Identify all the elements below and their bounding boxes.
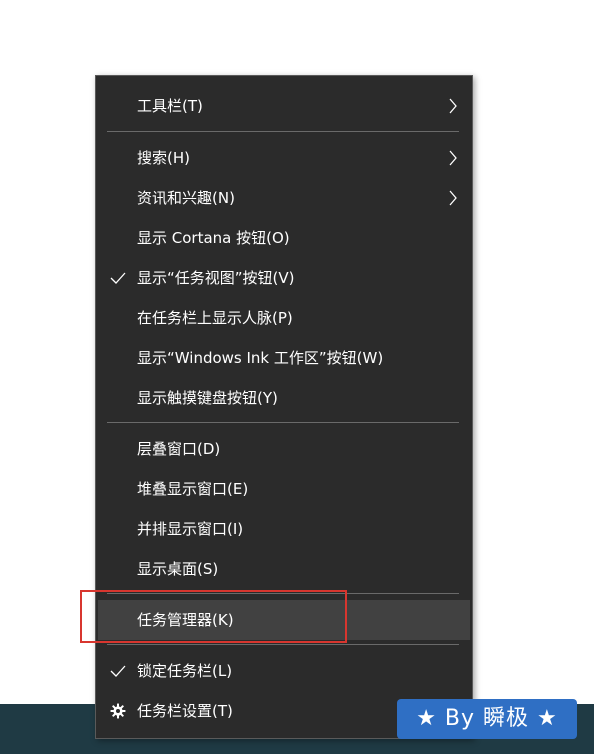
menu-item-label: 任务栏设置(T) bbox=[137, 702, 233, 720]
chevron-right-icon bbox=[449, 190, 457, 206]
menu-item-side-by-side-windows[interactable]: 并排显示窗口(I) bbox=[96, 509, 472, 549]
menu-item-stack-windows[interactable]: 堆叠显示窗口(E) bbox=[96, 469, 472, 509]
chevron-right-icon bbox=[449, 150, 457, 166]
menu-item-label: 显示 Cortana 按钮(O) bbox=[137, 229, 290, 247]
menu-item-label: 堆叠显示窗口(E) bbox=[137, 480, 249, 498]
checkmark-icon bbox=[108, 258, 128, 298]
menu-item-cascade-windows[interactable]: 层叠窗口(D) bbox=[96, 429, 472, 469]
desktop-screenshot: 工具栏(T) 搜索(H) 资讯和兴趣(N) 显示 Cortana 按钮(O) 显… bbox=[0, 0, 594, 754]
menu-separator bbox=[107, 131, 459, 132]
menu-item-label: 锁定任务栏(L) bbox=[137, 662, 233, 680]
menu-item-show-task-view-button[interactable]: 显示“任务视图”按钮(V) bbox=[96, 258, 472, 298]
menu-item-news-and-interests[interactable]: 资讯和兴趣(N) bbox=[96, 178, 472, 218]
menu-item-label: 显示“任务视图”按钮(V) bbox=[137, 269, 295, 287]
menu-item-label: 显示桌面(S) bbox=[137, 560, 219, 578]
menu-item-label: 资讯和兴趣(N) bbox=[137, 189, 235, 207]
menu-item-label: 显示“Windows Ink 工作区”按钮(W) bbox=[137, 349, 384, 367]
menu-item-show-people[interactable]: 在任务栏上显示人脉(P) bbox=[96, 298, 472, 338]
menu-item-show-windows-ink-button[interactable]: 显示“Windows Ink 工作区”按钮(W) bbox=[96, 338, 472, 378]
menu-item-search[interactable]: 搜索(H) bbox=[96, 138, 472, 178]
menu-separator bbox=[107, 644, 459, 645]
menu-separator bbox=[107, 422, 459, 423]
menu-item-show-cortana-button[interactable]: 显示 Cortana 按钮(O) bbox=[96, 218, 472, 258]
menu-item-label: 层叠窗口(D) bbox=[137, 440, 221, 458]
menu-item-label: 工具栏(T) bbox=[137, 97, 203, 115]
chevron-right-icon bbox=[449, 98, 457, 114]
menu-item-label: 在任务栏上显示人脉(P) bbox=[137, 309, 293, 327]
checkmark-icon bbox=[108, 651, 128, 691]
menu-item-label: 搜索(H) bbox=[137, 149, 190, 167]
menu-item-show-desktop[interactable]: 显示桌面(S) bbox=[96, 549, 472, 589]
menu-item-toolbars[interactable]: 工具栏(T) bbox=[96, 86, 472, 126]
gear-icon bbox=[108, 691, 128, 731]
menu-item-label: 并排显示窗口(I) bbox=[137, 520, 244, 538]
menu-item-lock-taskbar[interactable]: 锁定任务栏(L) bbox=[96, 651, 472, 691]
annotation-highlight-box bbox=[80, 590, 347, 643]
menu-item-label: 显示触摸键盘按钮(Y) bbox=[137, 389, 278, 407]
watermark-badge: ★ By 瞬极 ★ bbox=[397, 699, 577, 739]
menu-item-show-touch-keyboard-button[interactable]: 显示触摸键盘按钮(Y) bbox=[96, 378, 472, 418]
